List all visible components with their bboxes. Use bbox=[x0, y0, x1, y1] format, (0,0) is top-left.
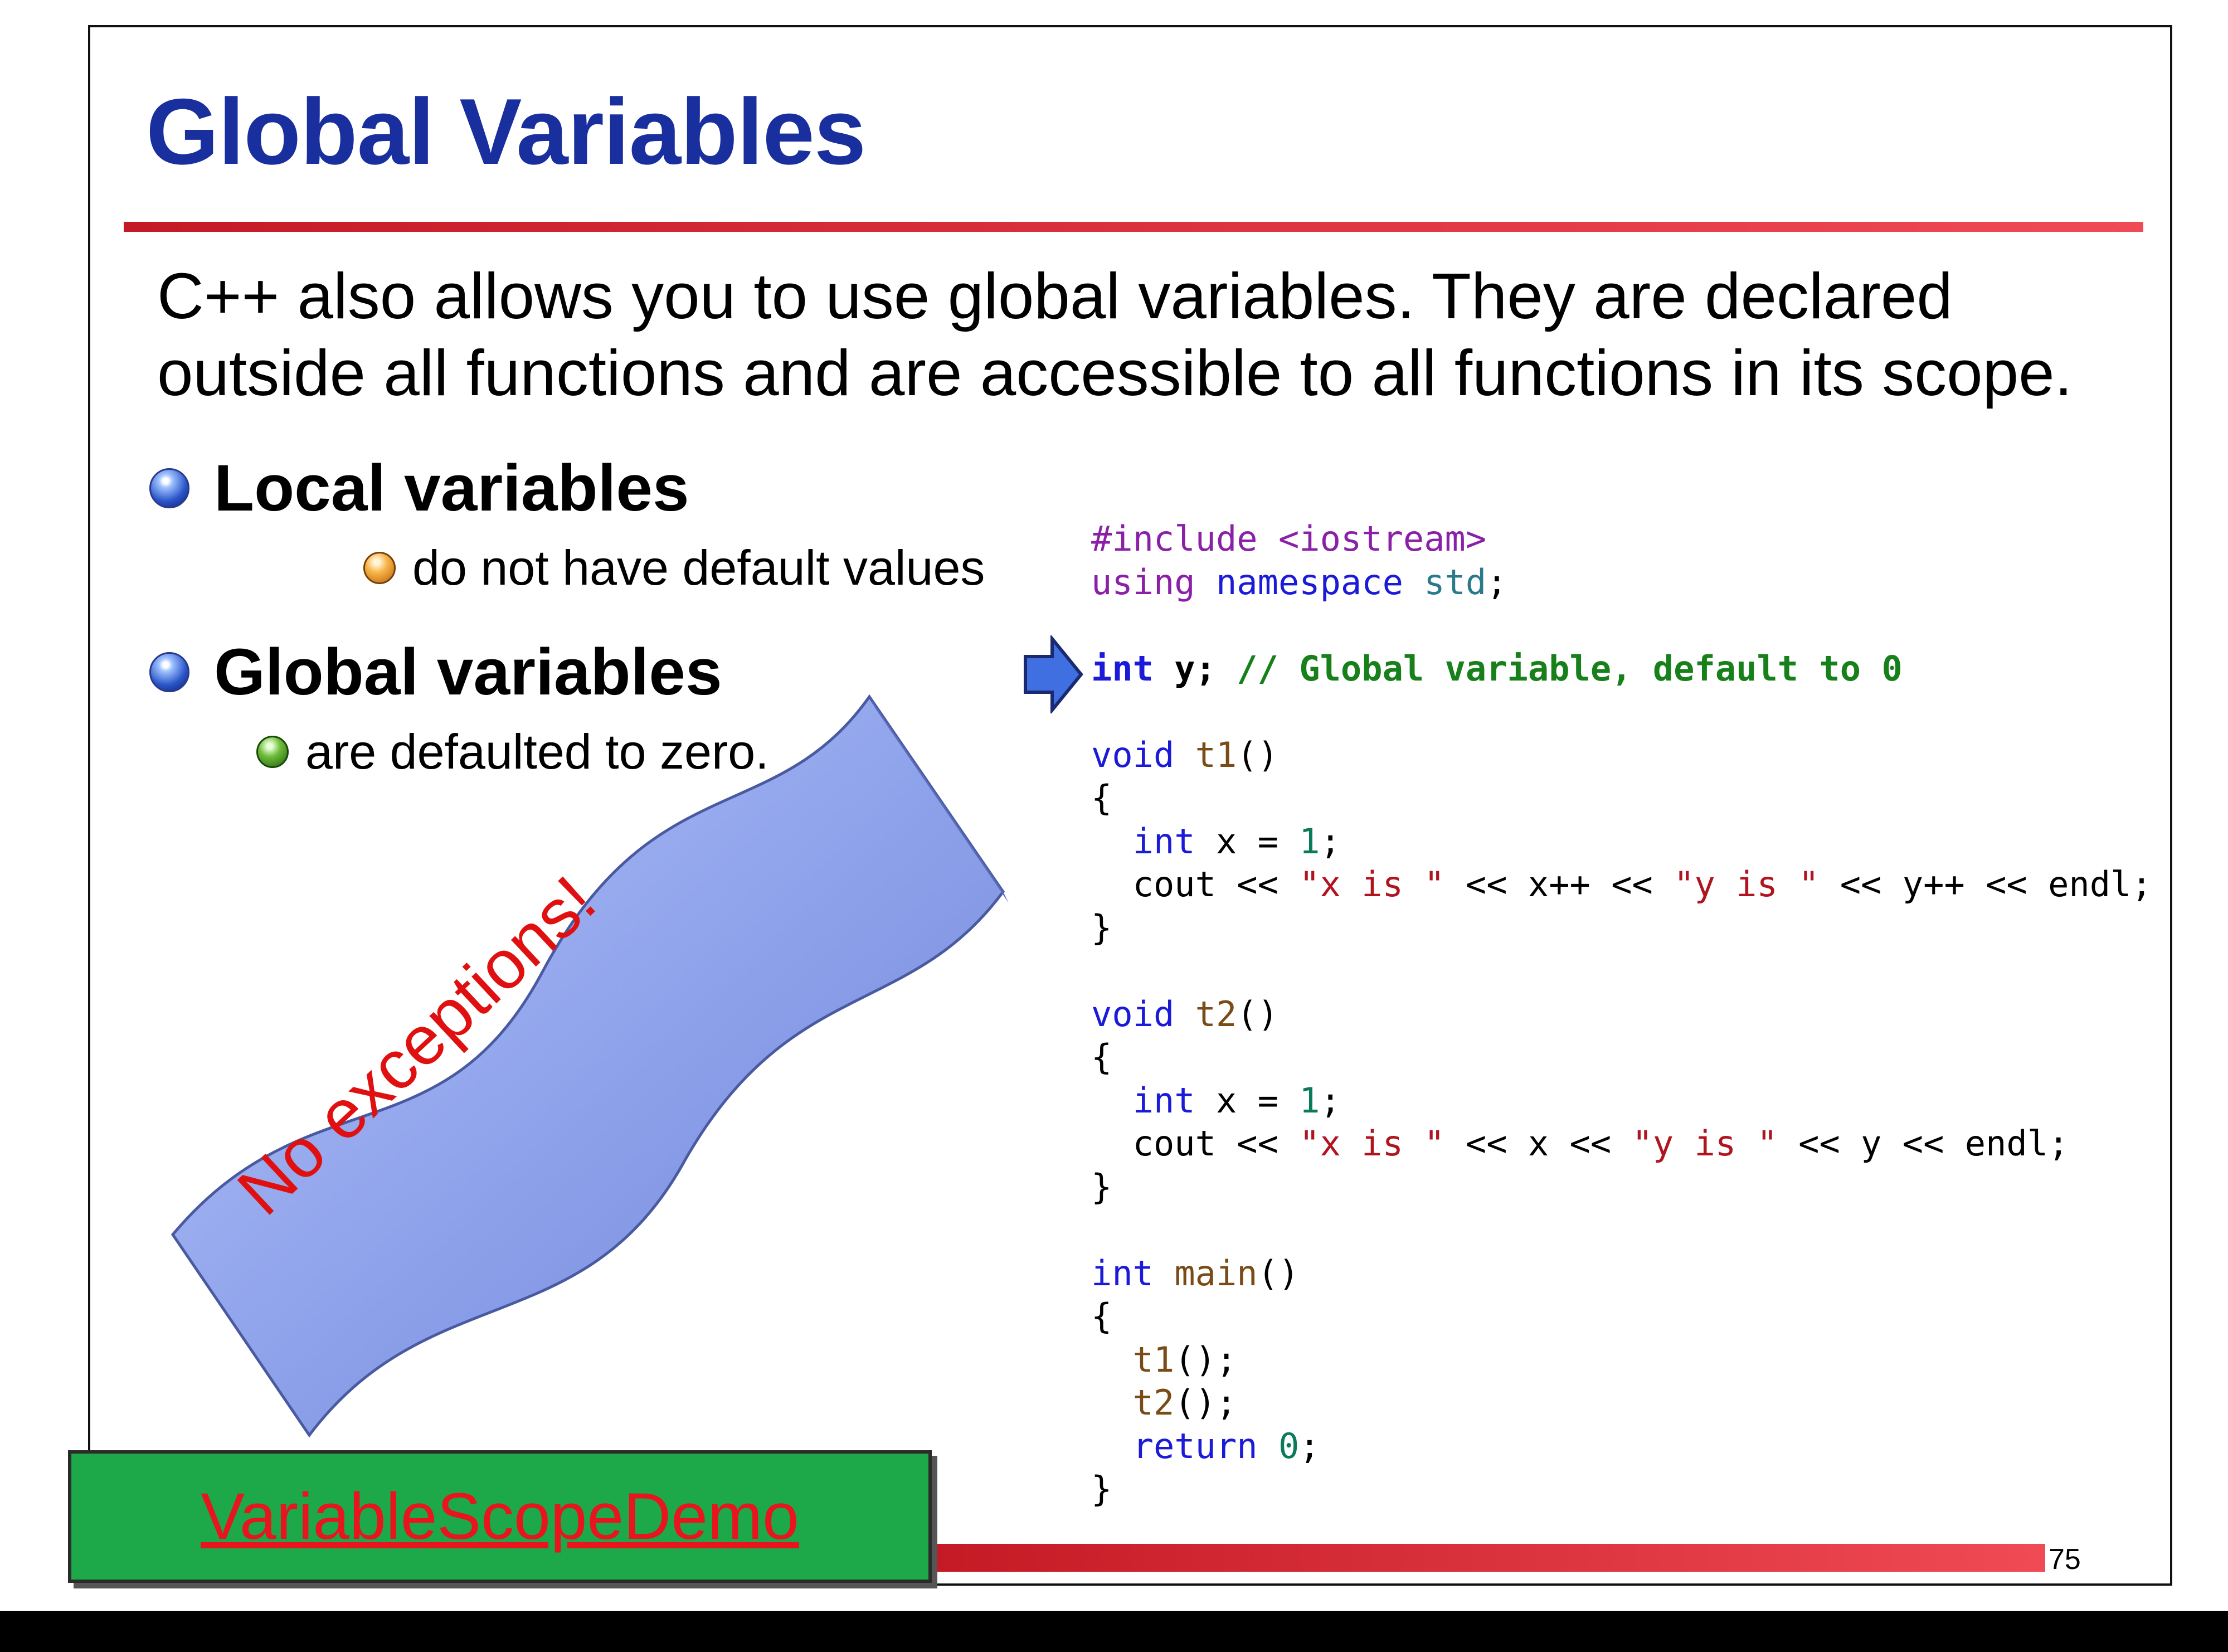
code-token: << x++ << bbox=[1444, 864, 1674, 905]
code-line: void t1() bbox=[1091, 733, 2152, 777]
code-line: } bbox=[1091, 1165, 2152, 1209]
code-line: cout << "x is " << x++ << "y is " << y++… bbox=[1091, 863, 2152, 906]
code-line: void t2() bbox=[1091, 993, 2152, 1036]
code-token: << y++ << endl; bbox=[1819, 864, 2152, 905]
code-token: () bbox=[1237, 734, 1278, 775]
code-token: int bbox=[1132, 820, 1195, 862]
demo-link-label[interactable]: VariableScopeDemo bbox=[201, 1479, 799, 1554]
code-token: std bbox=[1424, 561, 1487, 603]
slide: Global Variables C++ also allows you to … bbox=[0, 0, 2228, 1611]
code-token: << y << endl; bbox=[1777, 1123, 2069, 1164]
code-line: } bbox=[1091, 906, 2152, 950]
page-number: 75 bbox=[2049, 1543, 2081, 1576]
variable-scope-demo-link[interactable]: VariableScopeDemo bbox=[68, 1450, 932, 1583]
footer-divider bbox=[931, 1544, 2045, 1572]
code-token: cout << bbox=[1091, 864, 1300, 905]
code-token: // Global variable, default to 0 bbox=[1237, 648, 1903, 689]
code-token: return bbox=[1132, 1425, 1258, 1466]
code-token: ; bbox=[1320, 820, 1341, 862]
code-line: t2(); bbox=[1091, 1381, 2152, 1425]
code-token: int bbox=[1091, 1252, 1154, 1294]
bullet-local-variables: Local variables bbox=[149, 450, 689, 526]
code-token: { bbox=[1091, 778, 1112, 818]
bullet-label: Local variables bbox=[214, 451, 689, 525]
code-block: #include <iostream> using namespace std; … bbox=[1091, 517, 2152, 1511]
code-token: } bbox=[1091, 907, 1112, 948]
code-token: 1 bbox=[1299, 820, 1320, 862]
code-token: t2 bbox=[1132, 1382, 1175, 1423]
code-token: void bbox=[1091, 734, 1175, 775]
code-line: int x = 1; bbox=[1091, 1079, 2152, 1123]
code-token: main bbox=[1174, 1252, 1258, 1294]
code-token: "y is " bbox=[1674, 864, 1820, 905]
code-token: x = bbox=[1195, 820, 1300, 862]
code-token: #include <iostream> bbox=[1091, 518, 1487, 559]
code-token: "x is " bbox=[1299, 864, 1445, 905]
code-token: t2 bbox=[1195, 993, 1237, 1034]
code-token: t1 bbox=[1132, 1339, 1175, 1380]
code-line: int y; // Global variable, default to 0 bbox=[1091, 647, 2152, 691]
code-line: #include <iostream> bbox=[1091, 517, 2152, 561]
slide-title: Global Variables bbox=[146, 79, 866, 184]
code-line: } bbox=[1091, 1468, 2152, 1511]
code-token: 1 bbox=[1299, 1080, 1320, 1121]
sub-bullet-label: do not have default values bbox=[412, 540, 985, 595]
code-token: { bbox=[1091, 1296, 1112, 1337]
code-token: "x is " bbox=[1299, 1123, 1445, 1164]
right-arrow-icon bbox=[1024, 635, 1083, 713]
code-token: "y is " bbox=[1632, 1123, 1778, 1164]
title-divider bbox=[124, 222, 2143, 232]
code-token: using bbox=[1091, 561, 1195, 603]
sub-bullet-local: do not have default values bbox=[363, 540, 985, 596]
code-line: cout << "x is " << x << "y is " << y << … bbox=[1091, 1122, 2152, 1165]
code-token: } bbox=[1091, 1469, 1112, 1509]
code-line: { bbox=[1091, 1036, 2152, 1079]
code-token: 0 bbox=[1278, 1425, 1300, 1466]
code-token: { bbox=[1091, 1037, 1112, 1077]
orange-sphere-bullet-icon bbox=[363, 552, 396, 584]
code-token: << x << bbox=[1444, 1123, 1632, 1164]
code-token: () bbox=[1257, 1252, 1300, 1294]
code-token: x = bbox=[1195, 1080, 1300, 1121]
code-line: using namespace std; bbox=[1091, 561, 2152, 604]
code-line: int main() bbox=[1091, 1252, 2152, 1295]
code-line: { bbox=[1091, 1295, 2152, 1338]
intro-paragraph: C++ also allows you to use global variab… bbox=[157, 260, 2073, 409]
code-token: ; bbox=[1299, 1425, 1320, 1466]
code-token: void bbox=[1091, 993, 1175, 1034]
code-token: int bbox=[1132, 1080, 1195, 1121]
code-token: ; bbox=[1486, 561, 1507, 603]
code-token: cout << bbox=[1091, 1123, 1300, 1164]
code-token: (); bbox=[1174, 1382, 1237, 1423]
code-token: namespace bbox=[1215, 561, 1403, 603]
code-line: return 0; bbox=[1091, 1425, 2152, 1468]
code-token: int bbox=[1091, 648, 1154, 689]
code-token: ; bbox=[1320, 1080, 1341, 1121]
code-token: () bbox=[1237, 993, 1278, 1034]
code-line: { bbox=[1091, 776, 2152, 820]
code-token: t1 bbox=[1195, 734, 1237, 775]
code-line: t1(); bbox=[1091, 1338, 2152, 1382]
code-line: int x = 1; bbox=[1091, 820, 2152, 863]
blue-sphere-bullet-icon bbox=[149, 468, 189, 508]
code-token: (); bbox=[1174, 1339, 1237, 1380]
code-token: y; bbox=[1153, 648, 1237, 689]
code-token: } bbox=[1091, 1166, 1112, 1207]
